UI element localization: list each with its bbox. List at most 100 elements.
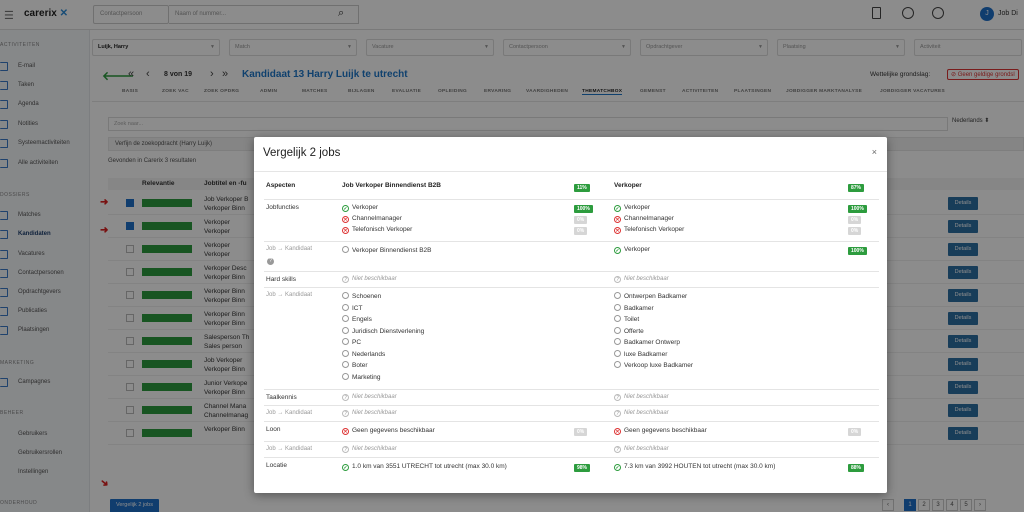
job1-skill-item: ICT — [342, 303, 362, 315]
check-circle-icon: ✓ — [614, 464, 621, 471]
check-circle-icon: ✓ — [342, 464, 349, 471]
job2-not-available: ? Niet beschikbaar — [614, 276, 669, 283]
job1-name: Job Verkoper Binnendienst B2B — [342, 182, 441, 189]
empty-circle-icon — [342, 303, 349, 311]
section-job-kandidaat: Job → Kandidaat ? Niet beschikbaar ? Niet … — [264, 405, 879, 421]
modal-title: Vergelijk 2 jobs — [263, 147, 341, 159]
check-circle-icon: ✓ — [342, 205, 349, 212]
match-score: 88% — [848, 464, 865, 472]
section-label: Job → Kandidaat — [266, 246, 313, 252]
compare-header: Aspecten Job Verkoper Binnendienst B2B 1… — [254, 182, 887, 194]
section-taalkennis: Taalkennis ? Niet beschikbaar ? Niet besch… — [264, 389, 879, 405]
empty-circle-icon — [342, 338, 349, 345]
empty-circle-icon — [614, 315, 621, 322]
x-circle-icon: ✕ — [614, 216, 621, 223]
job2-match-item: ✓ Verkoper — [614, 246, 651, 254]
match-score: 0% — [848, 216, 862, 224]
section-job-kandidaat: Job → Kandidaat ? Niet beschikbaar ? Niet … — [264, 441, 879, 457]
match-score: 0% — [574, 216, 588, 224]
job1-not-available: ? Niet beschikbaar — [342, 410, 397, 417]
section-label: Taalkennis — [266, 394, 297, 401]
match-score: 0% — [848, 227, 862, 235]
job2-not-available: ? Niet beschikbaar — [614, 410, 669, 417]
section-hard-skills: Hard skills ? Niet beschikbaar ? Niet besc… — [264, 271, 879, 287]
empty-circle-icon — [614, 303, 621, 311]
match-score: 0% — [574, 227, 588, 235]
empty-circle-icon — [342, 326, 349, 334]
job2-function-item: ✓ Verkoper — [614, 204, 651, 212]
compare-jobs-modal: Vergelijk 2 jobs × Aspecten Job Verkoper… — [254, 137, 887, 493]
empty-circle-icon — [342, 372, 349, 380]
job1-not-available: ? Niet beschikbaar — [342, 394, 397, 401]
job1-skill-item: Engels — [342, 315, 372, 326]
job1-location: ✓ 1.0 km van 3551 UTRECHT tot utrecht (ma… — [342, 463, 507, 471]
job1-skill-item: Marketing — [342, 372, 381, 384]
job2-function-item: ✕ Telefonisch Verkoper — [614, 226, 685, 234]
job1-salary: ✕ Geen gegevens beschikbaar — [342, 427, 435, 435]
job1-skill-item: Juridisch Dienstverlening — [342, 326, 424, 338]
job1-match-item: Verkoper Binnendienst B2B — [342, 246, 432, 257]
empty-circle-icon — [342, 315, 349, 322]
job2-salary: ✕ Geen gegevens beschikbaar — [614, 427, 707, 435]
question-circle-icon: ? — [614, 276, 621, 283]
empty-circle-icon — [614, 349, 621, 357]
section-label: Job → Kandidaat — [266, 292, 313, 298]
match-score: 100% — [848, 247, 867, 255]
close-icon[interactable]: × — [872, 147, 877, 157]
x-circle-icon: ✕ — [342, 428, 349, 435]
divider — [254, 171, 887, 172]
section-label: Loon — [266, 426, 281, 433]
job1-function-item: ✕ Channelmanager — [342, 215, 402, 223]
section-label: Locatie — [266, 462, 287, 469]
job2-location: ✓ 7.3 km van 3992 HOUTEN tot utrecht (max… — [614, 463, 776, 471]
job2-not-available: ? Niet beschikbaar — [614, 446, 669, 453]
x-circle-icon: ✕ — [342, 227, 349, 234]
empty-circle-icon — [614, 292, 621, 299]
check-circle-icon: ✓ — [614, 247, 621, 254]
job2-skill-item: Offerte — [614, 326, 644, 338]
section-loon: Loon ✕ Geen gegevens beschikbaar 0% ✕ Geen… — [264, 421, 879, 441]
question-circle-icon: ? — [342, 446, 349, 453]
x-circle-icon: ✕ — [614, 428, 621, 435]
question-circle-icon: ? — [614, 410, 621, 417]
section-label: Hard skills — [266, 276, 296, 283]
job1-skill-item: Schoenen — [342, 292, 381, 303]
empty-circle-icon — [614, 361, 621, 368]
question-icon[interactable]: ? — [267, 258, 274, 265]
job2-name: Verkoper — [614, 182, 642, 189]
match-score: 0% — [574, 428, 588, 436]
job2-total-score: 87% — [848, 184, 865, 192]
empty-circle-icon — [614, 326, 621, 334]
section-label: Jobfuncties — [266, 204, 299, 211]
match-score: 98% — [574, 464, 591, 472]
empty-circle-icon — [614, 338, 621, 345]
job2-skill-item: Verkoop luxe Badkamer — [614, 361, 693, 372]
match-score: 100% — [574, 205, 593, 213]
section-label: Job → Kandidaat — [266, 446, 313, 452]
section-job-kandidaat: Job → Kandidaat Schoenen ICT Engels Juri… — [264, 287, 879, 389]
question-circle-icon: ? — [614, 394, 621, 401]
job2-skill-item: Badkamer Ontwerp — [614, 338, 680, 349]
job2-skill-item: luxe Badkamer — [614, 349, 667, 361]
match-score: 100% — [848, 205, 867, 213]
job1-skill-item: Nederlands — [342, 349, 385, 361]
job2-function-item: ✕ Channelmanager — [614, 215, 674, 223]
job2-skill-item: Toilet — [614, 315, 639, 326]
job1-total-score: 11% — [574, 184, 590, 192]
job2-skill-item: Ontwerpen Badkamer — [614, 292, 687, 303]
empty-circle-icon — [342, 349, 349, 357]
question-circle-icon: ? — [342, 410, 349, 417]
section-jobfuncties: Jobfuncties ✓ Verkoper 100% ✕ Channelmanag… — [264, 199, 879, 241]
job1-not-available: ? Niet beschikbaar — [342, 446, 397, 453]
job1-not-available: ? Niet beschikbaar — [342, 276, 397, 283]
check-circle-icon: ✓ — [614, 205, 621, 212]
section-locatie: Locatie ✓ 1.0 km van 3551 UTRECHT tot utr… — [264, 457, 879, 479]
job1-skill-item: PC — [342, 338, 361, 349]
empty-circle-icon — [342, 361, 349, 368]
empty-circle-icon — [342, 292, 349, 299]
job2-not-available: ? Niet beschikbaar — [614, 394, 669, 401]
job1-skill-item: Boter — [342, 361, 368, 372]
section-job-kandidaat: Job → Kandidaat ? Verkoper Binnendienst … — [264, 241, 879, 271]
col-aspects: Aspecten — [266, 182, 296, 189]
empty-circle-icon — [342, 246, 349, 253]
